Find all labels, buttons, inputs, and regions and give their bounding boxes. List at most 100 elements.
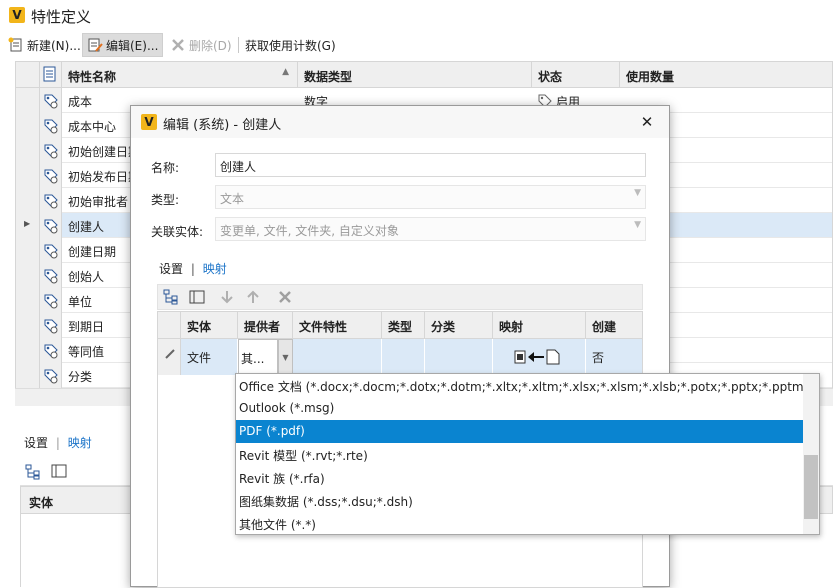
title-bar: V 特性定义: [0, 0, 833, 32]
hierarchy-icon[interactable]: [163, 289, 179, 305]
mapping-toolbar: [157, 284, 643, 310]
type-select-value: 文本: [220, 192, 245, 206]
row-selector[interactable]: [16, 163, 40, 188]
property-icon: [40, 138, 62, 163]
row-selector[interactable]: [16, 188, 40, 213]
dropdown-option[interactable]: 图纸集数据 (*.dss;*.dsu;*.dsh): [236, 489, 803, 512]
new-button[interactable]: 新建(N)...: [4, 33, 85, 57]
tab-divider: |: [190, 262, 195, 276]
entity-label: 关联实体:: [151, 225, 204, 239]
entity-select[interactable]: 变更单, 文件, 文件夹, 自定义对象 ▼: [215, 217, 646, 241]
map-col-mapping[interactable]: 映射: [493, 312, 586, 339]
hierarchy-icon[interactable]: [25, 464, 41, 480]
pencil-icon: [165, 349, 175, 359]
dropdown-scrollbar-thumb[interactable]: [804, 455, 818, 519]
row-selector-header: [158, 312, 181, 339]
app-title: 特性定义: [31, 8, 92, 26]
row-selector[interactable]: [16, 363, 40, 388]
chevron-down-icon[interactable]: ▼: [278, 339, 293, 375]
new-icon: [8, 37, 22, 52]
dropdown-option[interactable]: Revit 族 (*.rfa): [236, 466, 803, 489]
row-selector[interactable]: [16, 88, 40, 113]
map-col-entity-label: 实体: [187, 320, 212, 334]
column-header-usage[interactable]: 使用数量: [620, 62, 832, 88]
close-icon[interactable]: ✕: [637, 112, 657, 132]
column-header-type[interactable]: 数据类型: [298, 62, 532, 88]
chevron-down-icon: ▼: [634, 220, 641, 230]
dropdown-option[interactable]: 其他文件 (*.*): [236, 512, 803, 535]
edit-button[interactable]: 编辑(E)...: [82, 33, 164, 57]
columns-icon[interactable]: [189, 289, 205, 305]
map-cell-category: [425, 339, 493, 375]
move-down-icon[interactable]: [220, 289, 234, 305]
toolbar-separator: [238, 37, 239, 53]
row-selector[interactable]: [16, 338, 40, 363]
type-select[interactable]: 文本 ▼: [215, 185, 646, 209]
dialog-tab-settings[interactable]: 设置: [159, 262, 183, 276]
toolbar: 新建(N)... 编辑(E)... 删除(D) 获取使用计数(G): [0, 32, 833, 58]
column-header-entity[interactable]: 实体: [29, 494, 53, 511]
map-cell-mapping: [493, 339, 586, 375]
app-logo-icon: V: [9, 7, 25, 23]
property-icon: [40, 213, 62, 238]
row-selector[interactable]: [16, 113, 40, 138]
column-header-status[interactable]: 状态: [532, 62, 620, 88]
columns-icon[interactable]: [51, 463, 67, 479]
row-selector[interactable]: [16, 263, 40, 288]
edit-button-label: 编辑(E)...: [106, 38, 159, 53]
row-selector[interactable]: [16, 288, 40, 313]
chevron-down-icon: ▼: [634, 188, 641, 198]
current-row-arrow-icon: ▶: [24, 219, 31, 228]
edit-icon: [88, 38, 103, 52]
dropdown-option[interactable]: Office 文档 (*.docx;*.docm;*.dotx;*.dotm;*…: [236, 374, 803, 397]
map-col-provider-label: 提供者: [244, 320, 281, 334]
dialog-tab-mapping[interactable]: 映射: [203, 262, 227, 276]
get-usage-count-button[interactable]: 获取使用计数(G): [241, 33, 340, 57]
type-label: 类型:: [151, 193, 180, 207]
map-col-provider[interactable]: 提供者: [238, 312, 293, 339]
map-col-file-property[interactable]: 文件特性: [293, 312, 382, 339]
row-selector[interactable]: ▶: [16, 213, 40, 238]
provider-combobox[interactable]: 其... ▼: [238, 339, 293, 375]
row-selector[interactable]: [16, 138, 40, 163]
name-field-value: 创建人: [220, 160, 257, 174]
dialog-title-bar: V 编辑 (系统) - 创建人 ✕: [131, 106, 669, 138]
dropdown-option[interactable]: Revit 模型 (*.rvt;*.rte): [236, 443, 803, 466]
move-up-icon[interactable]: [246, 289, 260, 305]
map-col-mapping-label: 映射: [499, 320, 524, 334]
property-icon: [40, 363, 62, 388]
column-header-type-label: 数据类型: [304, 70, 353, 84]
bottom-tabs: 设置 | 映射: [24, 434, 92, 451]
map-col-category[interactable]: 分类: [425, 312, 493, 339]
row-edit-indicator: [158, 339, 181, 375]
provider-combobox-value: 其...: [238, 339, 278, 375]
dialog-title: 编辑 (系统) - 创建人: [163, 118, 282, 133]
delete-icon: [172, 39, 184, 51]
map-col-type[interactable]: 类型: [382, 312, 425, 339]
mapping-row[interactable]: 文件 其... ▼ 否: [158, 339, 642, 375]
provider-dropdown-list: Office 文档 (*.docx;*.docm;*.dotx;*.dotm;*…: [235, 373, 820, 535]
dialog-logo-icon: V: [141, 114, 157, 130]
map-col-entity[interactable]: 实体: [181, 312, 238, 339]
map-col-type-label: 类型: [388, 320, 413, 334]
property-icon: [40, 313, 62, 338]
name-field[interactable]: 创建人: [215, 153, 646, 177]
map-cell-file-property[interactable]: [293, 339, 382, 375]
property-icon: [40, 113, 62, 138]
map-cell-type: [382, 339, 425, 375]
dropdown-option[interactable]: Outlook (*.msg): [236, 397, 803, 420]
row-selector[interactable]: [16, 313, 40, 338]
delete-button-label: 删除(D): [189, 38, 232, 53]
tab-settings[interactable]: 设置: [24, 436, 48, 450]
map-col-create[interactable]: 创建: [586, 312, 642, 339]
delete-icon[interactable]: [277, 289, 293, 305]
dropdown-option[interactable]: PDF (*.pdf): [236, 420, 803, 443]
property-icon: [40, 288, 62, 313]
column-header-name[interactable]: 特性名称 ▲: [62, 62, 298, 88]
icon-column-header: [40, 62, 62, 88]
tab-mapping[interactable]: 映射: [68, 436, 92, 450]
column-header-name-label: 特性名称: [68, 70, 117, 84]
row-selector[interactable]: [16, 238, 40, 263]
delete-button[interactable]: 删除(D): [166, 33, 236, 57]
property-icon: [40, 88, 62, 113]
